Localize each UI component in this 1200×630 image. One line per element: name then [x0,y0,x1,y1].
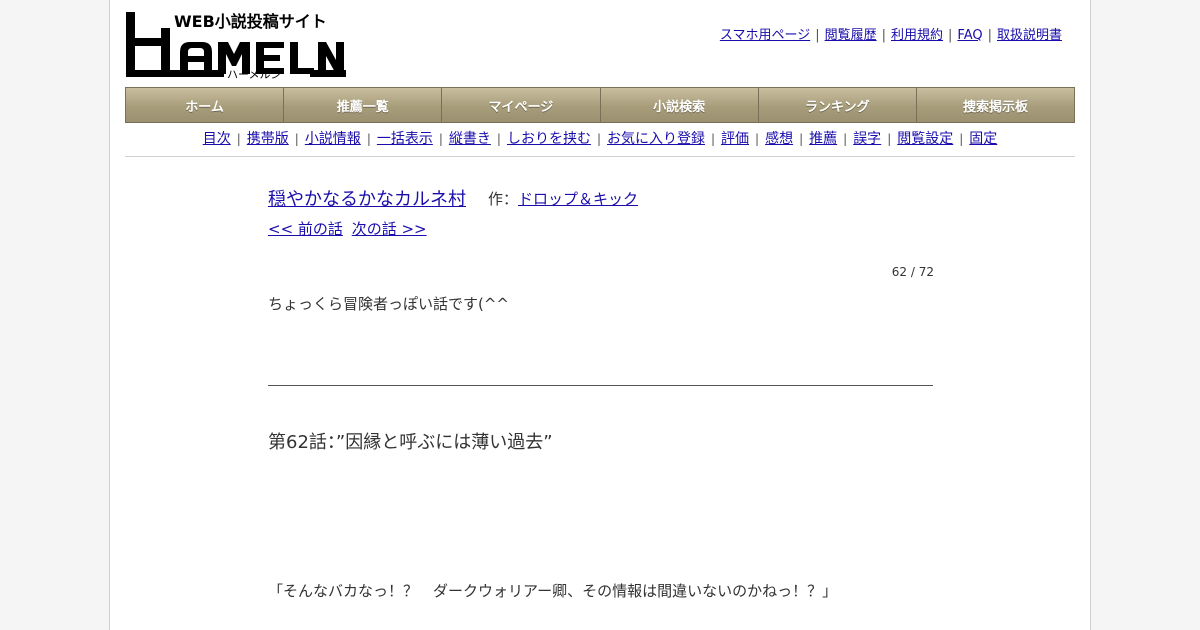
link-terms[interactable]: 利用規約 [891,28,943,43]
separator: | [496,132,501,146]
link-pin[interactable]: 固定 [969,131,997,147]
link-view-history[interactable]: 閲覧履歴 [825,28,877,43]
nav-home[interactable]: ホーム [126,88,285,122]
novel-title-link[interactable]: 穏やかなるかなカルネ村 [268,189,466,210]
prev-episode-link[interactable]: << 前の話 [268,220,343,238]
separator: | [887,132,892,146]
link-rating[interactable]: 評価 [721,131,749,147]
separator: | [294,132,299,146]
main-nav: ホーム 推薦一覧 マイページ 小説検索 ランキング 捜索掲示板 [125,87,1075,123]
separator: | [596,132,601,146]
link-comments[interactable]: 感想 [765,131,793,147]
chapter-title: 第62話：”因縁と呼ぶには薄い過去” [268,432,553,453]
link-faq[interactable]: FAQ [957,28,982,43]
episode-counter: 62 / 72 [891,265,934,279]
preface-text: ちょっくら冒険者っぽい話です(^^ [268,295,509,313]
nav-recommendations[interactable]: 推薦一覧 [284,88,443,122]
separator: | [236,132,241,146]
link-bookmark[interactable]: しおりを挟む [507,131,591,147]
link-mobile[interactable]: 携帯版 [247,131,289,147]
separator: | [815,28,820,43]
separator: | [799,132,804,146]
header-divider [125,156,1075,157]
separator: | [711,132,716,146]
logo-kana: ハーメルン [227,68,281,80]
next-episode-link[interactable]: 次の話 >> [352,220,427,238]
nav-search-board[interactable]: 捜索掲示板 [916,88,1075,122]
author-link[interactable]: ドロップ＆キック [518,190,638,208]
link-toc[interactable]: 目次 [203,131,231,147]
link-recommend[interactable]: 推薦 [809,131,837,147]
novel-title: 穏やかなるかなカルネ村 [268,185,466,211]
site-logo[interactable]: WEB小説投稿サイト ハーメルン [126,10,346,80]
author-line: 作：ドロップ＆キック [488,188,638,209]
separator: | [843,132,848,146]
logo-tagline: WEB小説投稿サイト [174,12,327,31]
separator: | [438,132,443,146]
page-container: WEB小説投稿サイト ハーメルン スマホ用ページ | 閲覧履歴 | 利用規約 | FAQ | 取… [109,0,1091,630]
separator: | [366,132,371,146]
body-text-line: 「そんなバカなっ！？ ダークウォリアー卿、その情報は間違いないのかねっ！？」 [268,582,838,600]
author-prefix: 作： [488,190,519,208]
nav-mypage[interactable]: マイページ [442,88,601,122]
top-links: スマホ用ページ | 閲覧履歴 | 利用規約 | FAQ | 取扱説明書 [720,24,1062,43]
separator: | [959,132,964,146]
link-show-all[interactable]: 一括表示 [377,131,433,147]
separator: | [755,132,760,146]
nav-novel-search[interactable]: 小説検索 [600,88,759,122]
link-manual[interactable]: 取扱説明書 [997,28,1062,43]
separator: | [987,28,992,43]
separator: | [881,28,886,43]
novel-sub-links: 目次 | 携帯版 | 小説情報 | 一括表示 | 縦書き | しおりを挟む | お気に入り登録 | 評価 | 感… [125,128,1075,148]
content-divider [268,385,933,386]
link-vertical[interactable]: 縦書き [449,131,491,147]
nav-ranking[interactable]: ランキング [758,88,917,122]
link-view-settings[interactable]: 閲覧設定 [897,131,953,147]
separator: | [948,28,953,43]
link-favorite[interactable]: お気に入り登録 [607,131,705,147]
link-smartphone-page[interactable]: スマホ用ページ [720,28,810,43]
link-typo[interactable]: 誤字 [853,131,881,147]
episode-nav: << 前の話 次の話 >> [268,218,431,239]
link-novel-info[interactable]: 小説情報 [305,131,361,147]
